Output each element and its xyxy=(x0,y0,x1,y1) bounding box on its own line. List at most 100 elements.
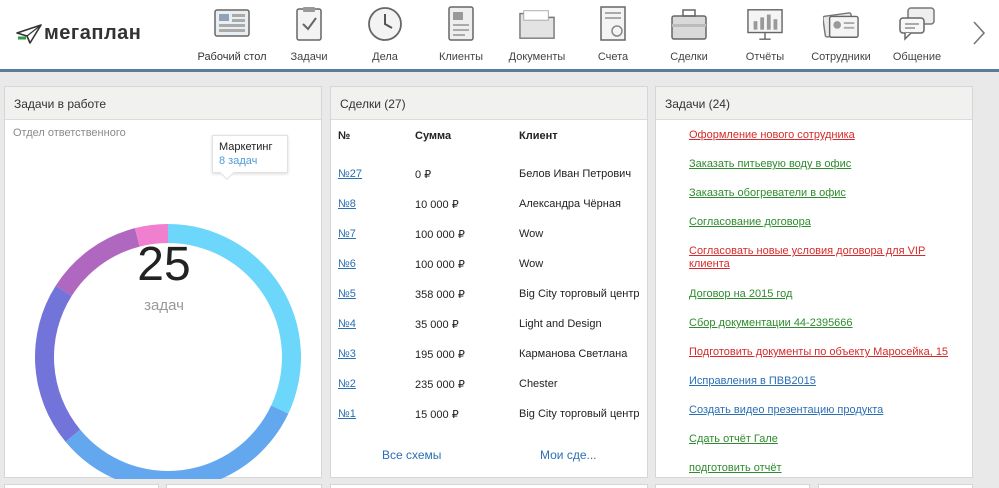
folder-icon xyxy=(519,6,555,42)
task-link[interactable]: Сдать отчёт Гале xyxy=(689,433,959,446)
nav-clients[interactable]: Клиенты xyxy=(423,0,499,69)
nav-employees[interactable]: Сотрудники xyxy=(803,0,879,69)
tooltip-count: 8 задач xyxy=(219,155,258,167)
deal-number-link[interactable]: №4 xyxy=(338,318,356,330)
widget-stub xyxy=(166,484,322,488)
table-row: №1 15 000 ₽ Big City торговый центр xyxy=(331,408,647,438)
my-deals-link[interactable]: Мои сде... xyxy=(540,448,597,462)
table-row: №27 0 ₽ Белов Иван Петрович xyxy=(331,168,647,198)
widget-stub xyxy=(330,484,648,488)
all-schemes-link[interactable]: Все схемы xyxy=(382,448,441,462)
paper-plane-logo-icon xyxy=(16,23,42,44)
table-row: №7 100 000 ₽ Wow xyxy=(331,228,647,258)
chat-icon xyxy=(899,6,935,42)
task-link[interactable]: Согласование договора xyxy=(689,216,959,229)
deal-sum: 100 000 ₽ xyxy=(415,259,465,271)
logo-text: мегаплан xyxy=(44,22,142,44)
nav-label: Задачи xyxy=(290,51,328,63)
deal-sum: 195 000 ₽ xyxy=(415,349,465,361)
chart-tooltip: Маркетинг 8 задач xyxy=(212,135,288,181)
nav-label: Общение xyxy=(892,51,942,63)
task-link[interactable]: Подготовить документы по объекту Маросей… xyxy=(689,346,959,359)
contacts-book-icon xyxy=(443,6,479,42)
nav-communication[interactable]: Общение xyxy=(879,0,955,69)
nav-label: Отчёты xyxy=(745,51,785,63)
briefcase-icon xyxy=(671,6,707,42)
deal-client: Wow xyxy=(519,258,544,270)
main-nav: Рабочий стол Задачи Дела Клиенты Докумен… xyxy=(193,0,955,69)
deal-client: Белов Иван Петрович xyxy=(519,168,632,180)
task-link[interactable]: Заказать обогреватели в офис xyxy=(689,187,959,200)
nav-label: Рабочий стол xyxy=(197,51,267,63)
deal-client: Александра Чёрная xyxy=(519,198,621,210)
deal-number-link[interactable]: №5 xyxy=(338,288,356,300)
deal-sum: 15 000 ₽ xyxy=(415,409,459,421)
column-header-sum[interactable]: Сумма xyxy=(415,130,451,142)
nav-label: Документы xyxy=(508,51,566,63)
nav-deals-todo[interactable]: Дела xyxy=(347,0,423,69)
tasks-in-work-widget: Задачи в работе Отдел ответственного 25 … xyxy=(4,86,322,479)
employee-cards-icon xyxy=(823,6,859,42)
table-row: №5 358 000 ₽ Big City торговый центр xyxy=(331,288,647,318)
deal-client: Big City торговый центр xyxy=(519,408,640,420)
deal-number-link[interactable]: №1 xyxy=(338,408,356,420)
table-row: №6 100 000 ₽ Wow xyxy=(331,258,647,288)
nav-invoices[interactable]: Счета xyxy=(575,0,651,69)
nav-deals[interactable]: Сделки xyxy=(651,0,727,69)
deal-sum: 0 ₽ xyxy=(415,169,432,181)
nav-label: Дела xyxy=(372,51,398,63)
task-link[interactable]: Сбор документации 44-2395666 xyxy=(689,317,959,330)
clipboard-icon xyxy=(291,6,327,42)
widget-stub xyxy=(655,484,810,488)
widget-stub xyxy=(818,484,973,488)
megaplan-logo[interactable]: мегаплан xyxy=(16,22,141,45)
nav-next-button[interactable] xyxy=(969,18,989,48)
nav-reports[interactable]: Отчёты xyxy=(727,0,803,69)
task-link[interactable]: подготовить отчёт xyxy=(689,462,959,475)
deal-number-link[interactable]: №3 xyxy=(338,348,356,360)
deal-number-link[interactable]: №8 xyxy=(338,198,356,210)
donut-slice-1[interactable] xyxy=(65,405,289,479)
deal-sum: 100 000 ₽ xyxy=(415,229,465,241)
task-link[interactable]: Договор на 2015 год xyxy=(689,288,959,301)
widget-title: Задачи (24) xyxy=(656,87,972,120)
nav-label: Сделки xyxy=(670,51,708,63)
table-row: №8 10 000 ₽ Александра Чёрная xyxy=(331,198,647,228)
deal-number-link[interactable]: №2 xyxy=(338,378,356,390)
tasks-total-label: задач xyxy=(144,297,184,314)
table-row: №3 195 000 ₽ Карманова Светлана xyxy=(331,348,647,378)
clock-icon xyxy=(367,6,403,42)
column-header-num[interactable]: № xyxy=(338,130,350,142)
widget-stub xyxy=(4,484,159,488)
deal-client: Big City торговый центр xyxy=(519,288,640,300)
task-link[interactable]: Согласовать новые условия договора для V… xyxy=(689,245,939,271)
deal-number-link[interactable]: №27 xyxy=(338,168,362,180)
deal-client: Wow xyxy=(519,228,544,240)
tasks-widget: Задачи (24) Оформление нового сотрудника… xyxy=(655,86,973,478)
nav-tasks[interactable]: Задачи xyxy=(271,0,347,69)
deal-client: Chester xyxy=(519,378,558,390)
task-link[interactable]: Создать видео презентацию продукта xyxy=(689,404,959,417)
deal-sum: 235 000 ₽ xyxy=(415,379,465,391)
table-row: №2 235 000 ₽ Chester xyxy=(331,378,647,408)
deal-number-link[interactable]: №7 xyxy=(338,228,356,240)
nav-label: Счета xyxy=(597,51,629,63)
column-header-client[interactable]: Клиент xyxy=(519,130,558,142)
deals-widget: Сделки (27) № Сумма Клиент №27 0 ₽ Белов… xyxy=(330,86,648,478)
task-link[interactable]: Оформление нового сотрудника xyxy=(689,129,959,142)
nav-label: Сотрудники xyxy=(811,51,871,63)
task-link[interactable]: Заказать питьевую воду в офис xyxy=(689,158,959,171)
table-row: №4 35 000 ₽ Light and Design xyxy=(331,318,647,348)
deal-client: Light and Design xyxy=(519,318,602,330)
chevron-right-icon xyxy=(973,21,986,45)
deal-number-link[interactable]: №6 xyxy=(338,258,356,270)
nav-documents[interactable]: Документы xyxy=(499,0,575,69)
desktop-icon xyxy=(214,6,250,42)
nav-desktop[interactable]: Рабочий стол xyxy=(193,0,271,69)
report-board-icon xyxy=(747,6,783,42)
nav-label: Клиенты xyxy=(438,51,484,63)
widget-title: Сделки (27) xyxy=(331,87,647,120)
task-link[interactable]: Исправления в ПВВ2015 xyxy=(689,375,959,388)
tooltip-name: Маркетинг xyxy=(219,141,273,153)
deal-client: Карманова Светлана xyxy=(519,348,628,360)
